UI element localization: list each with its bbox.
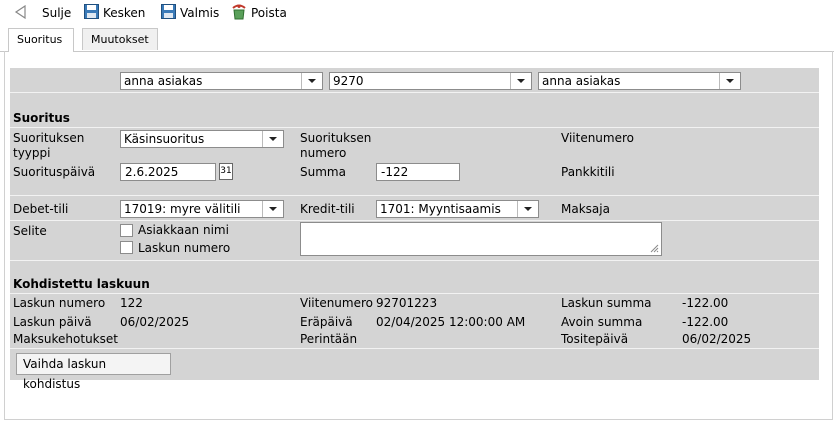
customer-name-checkbox[interactable] <box>120 224 133 237</box>
divider <box>10 195 819 196</box>
chevron-down-icon <box>301 73 322 89</box>
save-draft-button[interactable]: Kesken <box>84 4 145 22</box>
invoice-reference-label: Viitenumero <box>300 296 373 310</box>
payment-type-value: Käsinsuoritus <box>124 132 205 146</box>
note-label: Selite <box>13 224 47 238</box>
payment-type-label: Suorituksen tyyppi <box>13 131 85 160</box>
chevron-down-icon <box>510 73 531 89</box>
invoice-reference-value: 92701223 <box>376 296 438 310</box>
reference-number-label: Viitenumero <box>561 131 634 145</box>
invoice-number-value: 122 <box>120 296 143 310</box>
chevron-down-icon <box>262 131 283 147</box>
invoice-sum-label: Laskun summa <box>561 296 652 310</box>
done-label: Valmis <box>180 6 220 20</box>
invoice-number-checkbox-label: Laskun numero <box>138 241 231 255</box>
divider <box>10 92 819 93</box>
close-label: Sulje <box>42 6 72 20</box>
reminders-label: Maksukehotukset <box>13 332 118 346</box>
due-date-value: 02/04/2025 12:00:00 AM <box>376 315 526 329</box>
chevron-down-icon <box>719 73 740 89</box>
payer-select-value: anna asiakas <box>542 74 621 88</box>
delete-button[interactable]: Poista <box>231 4 287 22</box>
debit-account-select[interactable]: 17019: myre välitili <box>120 200 284 218</box>
payer-select[interactable]: anna asiakas <box>538 72 741 90</box>
draft-label: Kesken <box>103 6 146 20</box>
payment-type-select[interactable]: Käsinsuoritus <box>120 130 284 148</box>
divider <box>10 127 819 128</box>
section-heading-suoritus: Suoritus <box>13 111 70 125</box>
credit-account-label: Kredit-tili <box>300 202 355 216</box>
tab-suoritus[interactable]: Suoritus <box>8 28 74 52</box>
number-select-value: 9270 <box>333 74 364 88</box>
amount-label: Summa <box>300 165 346 179</box>
open-sum-value: -122.00 <box>682 315 729 329</box>
chevron-down-icon <box>262 201 283 217</box>
invoice-date-label: Laskun päivä <box>13 315 92 329</box>
due-date-label: Eräpäivä <box>300 315 353 329</box>
note-textarea[interactable] <box>300 222 662 256</box>
back-arrow-icon <box>14 4 28 22</box>
change-allocation-button[interactable]: Vaihda laskun kohdistus <box>16 353 171 391</box>
bank-account-label: Pankkitili <box>561 165 615 179</box>
payment-date-input[interactable]: 2.6.2025 <box>120 163 216 181</box>
divider <box>10 293 819 294</box>
collection-label: Perintään <box>300 332 358 346</box>
recycle-icon <box>231 4 247 23</box>
amount-input[interactable]: -122 <box>376 163 460 181</box>
invoice-number-label: Laskun numero <box>13 296 106 310</box>
divider <box>10 348 819 349</box>
debit-account-value: 17019: myre välitili <box>124 202 241 216</box>
customer-select[interactable]: anna asiakas <box>120 72 323 90</box>
chevron-down-icon <box>517 201 538 217</box>
invoice-number-checkbox[interactable] <box>120 241 133 254</box>
divider <box>10 260 819 261</box>
voucher-date-value: 06/02/2025 <box>682 332 752 346</box>
payer-label: Maksaja <box>561 202 610 216</box>
resize-grip-icon[interactable] <box>649 243 659 253</box>
save-done-button[interactable]: Valmis <box>161 4 219 22</box>
invoice-sum-value: -122.00 <box>682 296 729 310</box>
save-icon <box>84 4 99 22</box>
payment-date-label: Suorituspäivä <box>13 165 96 179</box>
invoice-date-value: 06/02/2025 <box>120 315 190 329</box>
save-icon <box>161 4 176 22</box>
payment-number-label: Suorituksen numero <box>300 131 372 160</box>
customer-select-value: anna asiakas <box>124 74 203 88</box>
number-select[interactable]: 9270 <box>329 72 532 90</box>
tab-muutokset[interactable]: Muutokset <box>82 28 158 50</box>
credit-account-value: 1701: Myyntisaamis <box>380 202 501 216</box>
calendar-icon[interactable]: 31 <box>219 163 233 180</box>
delete-label: Poista <box>251 6 287 20</box>
toolbar: Sulje Kesken Valmis Poista <box>0 0 834 27</box>
credit-account-select[interactable]: 1701: Myyntisaamis <box>376 200 539 218</box>
close-button[interactable]: Sulje <box>14 4 71 22</box>
tab-bar: Suoritus Muutokset <box>0 27 834 52</box>
debit-account-label: Debet-tili <box>13 202 69 216</box>
voucher-date-label: Tositepäivä <box>561 332 629 346</box>
open-sum-label: Avoin summa <box>561 315 643 329</box>
section-heading-kohdistettu: Kohdistettu laskuun <box>13 277 150 291</box>
customer-name-checkbox-label: Asiakkaan nimi <box>138 223 229 237</box>
divider <box>10 220 819 221</box>
